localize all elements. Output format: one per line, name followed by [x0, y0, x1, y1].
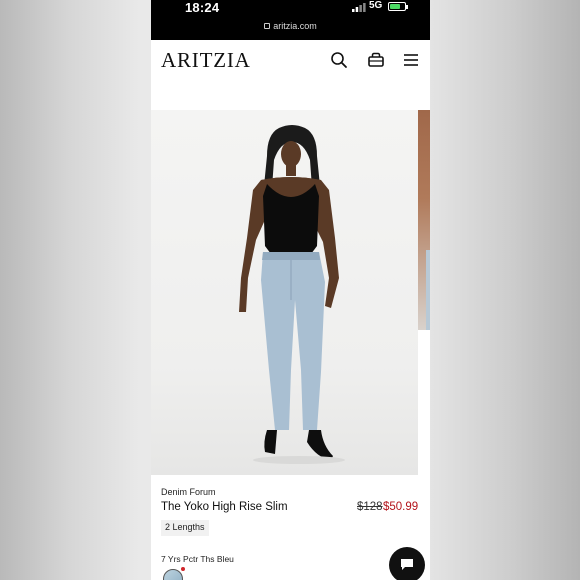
- product-name[interactable]: The Yoko High Rise Slim: [161, 501, 288, 513]
- price-original: $128: [357, 501, 383, 513]
- signal-icon: [352, 3, 366, 12]
- lengths-badge: 2 Lengths: [161, 520, 209, 536]
- product-image[interactable]: [151, 110, 418, 475]
- bag-icon[interactable]: [366, 50, 386, 70]
- status-time: 18:24: [185, 0, 220, 15]
- chat-icon: [401, 559, 413, 570]
- network-label: 5G: [369, 0, 383, 11]
- status-bar: 18:24 5G aritzia.com: [151, 0, 430, 40]
- swatch-indicator-dot: [181, 567, 185, 571]
- next-product-image-detail: [426, 250, 430, 330]
- url-text: aritzia.com: [273, 21, 317, 31]
- battery-icon: [388, 2, 406, 11]
- address-bar[interactable]: aritzia.com: [151, 21, 430, 31]
- search-icon[interactable]: [329, 50, 349, 70]
- price-sale: $50.99: [383, 501, 419, 513]
- color-label: 7 Yrs Pctr Ths Bleu: [161, 554, 234, 564]
- product-brand: Denim Forum: [161, 487, 216, 497]
- site-header: ARITZIA: [151, 40, 430, 80]
- aritzia-logo[interactable]: ARITZIA: [161, 48, 251, 73]
- menu-icon[interactable]: [401, 50, 421, 70]
- lock-icon: [264, 23, 271, 29]
- battery-tip: [406, 5, 408, 9]
- model-photo: [239, 125, 345, 464]
- phone-screen: 18:24 5G aritzia.com ARITZIA Denim Forum…: [151, 0, 430, 580]
- color-swatch[interactable]: [163, 569, 183, 580]
